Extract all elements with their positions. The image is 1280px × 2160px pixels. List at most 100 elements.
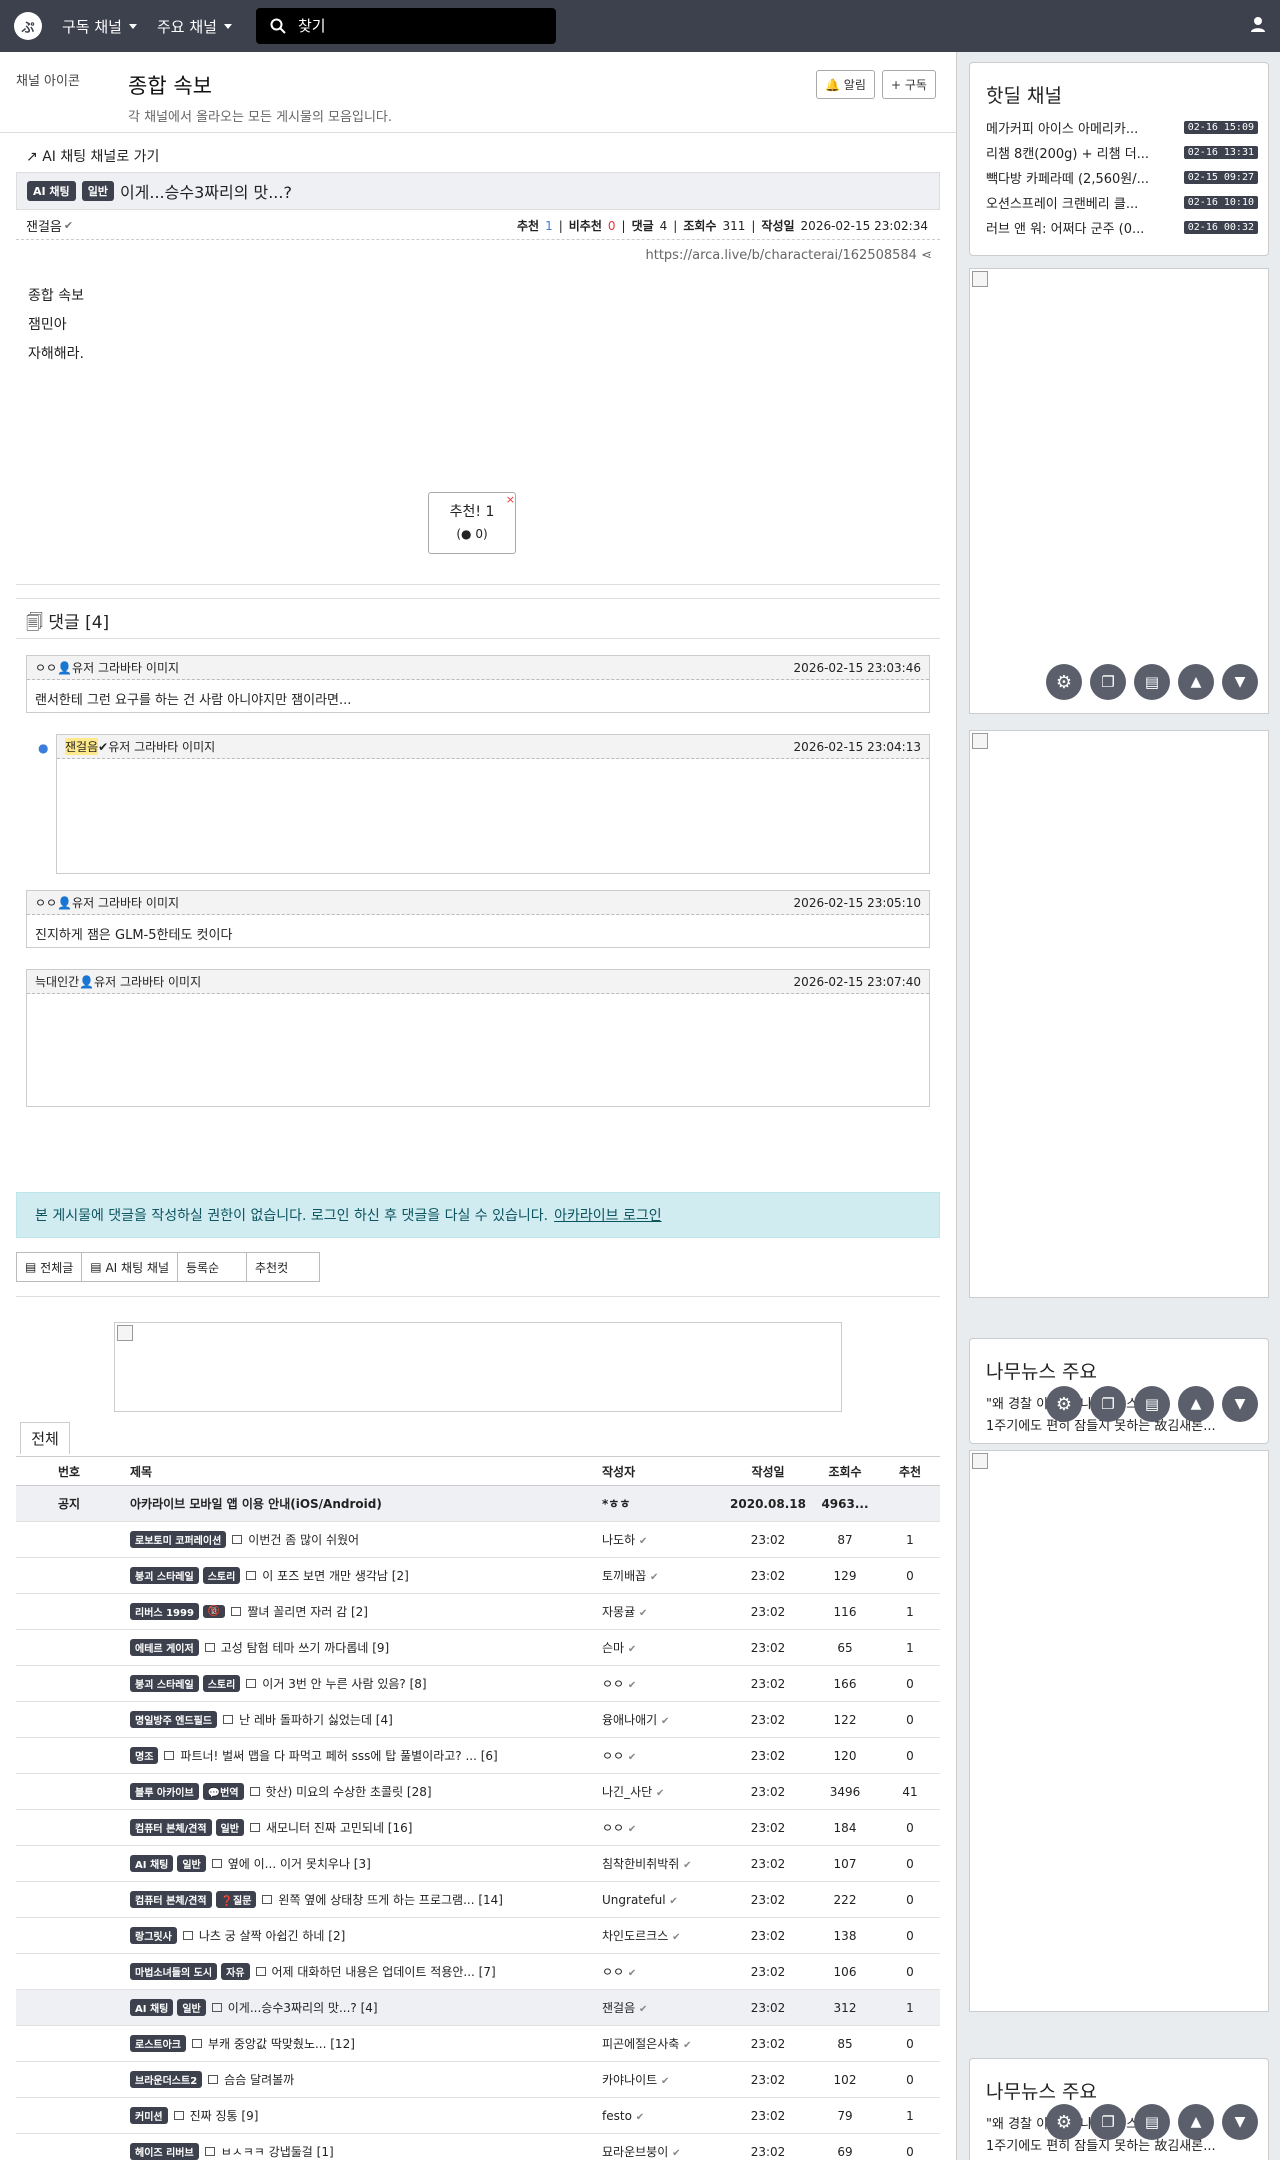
share-icon[interactable]: ⋖ <box>921 248 932 263</box>
ad-image[interactable] <box>969 268 1269 714</box>
table-row[interactable]: 로스트아크 부캐 중앙값 딱맞췄노... [12] 피곤에절은사축 ✔ 23:02… <box>16 2026 940 2062</box>
table-row[interactable]: 붕괴 스타레일 스토리 이거 3번 안 누른 사람 있음? [8] ㅇㅇ ✔ 23:… <box>16 1666 940 1702</box>
ad-banner[interactable] <box>114 1322 842 1412</box>
category-badge[interactable]: 브라운더스트2 <box>130 2071 203 2088</box>
table-row[interactable]: 명조 파트너! 벌써 맵을 다 파먹고 페허 sss에 탑 풀별이라고? ... … <box>16 1738 940 1774</box>
category-badge[interactable]: 스토리 <box>202 1675 241 1692</box>
category-badge[interactable]: 일반 <box>177 1999 206 2016</box>
category-badge[interactable]: 컴퓨터 본체/견적 <box>130 1819 212 1836</box>
post-author[interactable]: 잰걸음 <box>16 216 62 235</box>
list-button[interactable]: ▤ <box>1134 664 1170 700</box>
hotdeal-item[interactable]: 리챔 8캔(200g) + 리챔 더... 02-16 13:31 <box>986 143 1258 162</box>
comment-author[interactable]: ㅇㅇ <box>35 659 57 676</box>
post-title[interactable]: 왼쪽 옆에 상태창 뜨게 하는 프로그램... [14] <box>278 1891 503 1908</box>
notify-button[interactable]: 🔔 알림 <box>816 70 875 99</box>
category-badge[interactable]: 자유 <box>221 1963 250 1980</box>
ad-image[interactable] <box>969 730 1269 1298</box>
category-badge[interactable]: 리버스 1999 <box>130 1603 199 1620</box>
category-badge[interactable]: 에테르 게이저 <box>130 1639 199 1656</box>
table-row[interactable]: AI 채팅 일반 이게...승수3짜리의 맛...? [4] 잰걸음 ✔ 23:02… <box>16 1990 940 2026</box>
category-badge[interactable]: 로보토미 코퍼레이션 <box>130 1531 227 1548</box>
copy-button[interactable]: ❐ <box>1090 2104 1126 2140</box>
category-badge[interactable]: 로스트아크 <box>130 2035 186 2052</box>
scroll-bottom-button[interactable]: ▼ <box>1222 664 1258 700</box>
post-author[interactable]: 나긴_사단 ✔ <box>596 1783 726 1800</box>
post-title[interactable]: 진짜 징통 [9] <box>190 2107 259 2124</box>
list-button[interactable]: ▤ <box>1134 1386 1170 1422</box>
login-link[interactable]: 아카라이브 로그인 <box>554 1205 662 1225</box>
post-title[interactable]: 이번건 좀 많이 쉬웠어 <box>248 1531 359 1548</box>
post-title[interactable]: 고성 탐험 테마 쓰기 까다롭네 [9] <box>221 1639 390 1656</box>
post-author[interactable]: 피곤에절은사축 ✔ <box>596 2035 726 2052</box>
scroll-top-button[interactable]: ▲ <box>1178 2104 1214 2140</box>
list-button[interactable]: ▤ <box>1134 2104 1170 2140</box>
settings-button[interactable]: ⚙ <box>1046 1386 1082 1422</box>
tab-all-posts[interactable]: ▤ 전체글 <box>16 1252 83 1282</box>
arca-logo-icon[interactable]: ぷ <box>14 12 42 40</box>
close-icon[interactable]: × <box>506 489 515 511</box>
post-author[interactable]: 융애나애기 ✔ <box>596 1711 726 1728</box>
category-badge[interactable]: 스토리 <box>202 1567 241 1584</box>
copy-button[interactable]: ❐ <box>1090 664 1126 700</box>
tab-channel[interactable]: ▤ AI 채팅 채널 <box>81 1252 179 1282</box>
post-author[interactable]: 슨마 ✔ <box>596 1639 726 1656</box>
scroll-bottom-button[interactable]: ▼ <box>1222 1386 1258 1422</box>
category-badge[interactable]: 🔞 <box>202 1605 226 1618</box>
post-author[interactable]: ㅇㅇ ✔ <box>596 1819 726 1836</box>
table-row[interactable]: 커미션 진짜 징통 [9] festo ✔ 23:02 79 1 <box>16 2098 940 2134</box>
table-row[interactable]: 붕괴 스타레일 스토리 이 포즈 보면 개만 생각남 [2] 토끼배꼽 ✔ 23:0… <box>16 1558 940 1594</box>
hotdeal-item[interactable]: 오션스프레이 크랜베리 클... 02-16 10:10 <box>986 193 1258 212</box>
category-badge[interactable]: 마법소녀들의 도시 <box>130 1963 218 1980</box>
settings-button[interactable]: ⚙ <box>1046 2104 1082 2140</box>
post-author[interactable]: 묘라운브붕이 ✔ <box>596 2143 726 2160</box>
category-badge[interactable]: 컴퓨터 본체/견적 <box>130 1891 212 1908</box>
news-title[interactable]: 나무뉴스 주요 <box>986 2077 1268 2104</box>
tab-best[interactable]: 추천컷 <box>246 1252 321 1282</box>
post-title[interactable]: 이거 3번 안 누른 사람 있음? [8] <box>262 1675 426 1692</box>
category-badge[interactable]: AI 채팅 <box>27 181 76 201</box>
subscribed-channels-menu[interactable]: 구독 채널 <box>62 16 137 37</box>
board-title[interactable]: 종합 속보 <box>128 70 212 100</box>
table-row[interactable]: 컴퓨터 본체/견적 일반 새모니터 진짜 고민되네 [16] ㅇㅇ ✔ 23:02 … <box>16 1810 940 1846</box>
category-badge[interactable]: 💬번역 <box>202 1783 244 1800</box>
post-title[interactable]: 난 레바 돌파하기 싫었는데 [4] <box>239 1711 393 1728</box>
post-title[interactable]: 핫산) 미요의 수상한 초콜릿 [28] <box>266 1783 432 1800</box>
comment-author[interactable]: 잰걸음 <box>65 738 99 755</box>
table-row[interactable]: 헤이즈 리버브 ㅂㅅㅋㅋ 강냅둘걸 [1] 묘라운브붕이 ✔ 23:02 69 0 <box>16 2134 940 2160</box>
category-badge[interactable]: 명조 <box>130 1747 159 1764</box>
table-row[interactable]: 컴퓨터 본체/견적 ❓질문 왼쪽 옆에 상태창 뜨게 하는 프로그램... [14]… <box>16 1882 940 1918</box>
table-row[interactable]: 브라운더스트2 슴슴 달려볼까 카야나이트 ✔ 23:02 102 0 <box>16 2062 940 2098</box>
post-author[interactable]: ㅇㅇ ✔ <box>596 1963 726 1980</box>
settings-button[interactable]: ⚙ <box>1046 664 1082 700</box>
post-author[interactable]: 나도하 ✔ <box>596 1531 726 1548</box>
post-title[interactable]: 짤녀 꼴리면 자러 감 [2] <box>247 1603 368 1620</box>
post-author[interactable]: ㅇㅇ ✔ <box>596 1747 726 1764</box>
comment-author[interactable]: 늑대인간 <box>35 973 79 990</box>
post-author[interactable]: 잰걸음 ✔ <box>596 1999 726 2016</box>
post-title[interactable]: 나츠 궁 살짝 아쉽긴 하네 [2] <box>199 1927 345 1944</box>
scroll-top-button[interactable]: ▲ <box>1178 1386 1214 1422</box>
post-author[interactable]: 자몽귤 ✔ <box>596 1603 726 1620</box>
main-channels-menu[interactable]: 주요 채널 <box>157 16 232 37</box>
category-badge[interactable]: 랑그릿사 <box>130 1927 177 1944</box>
post-title[interactable]: 슴슴 달려볼까 <box>224 2071 294 2088</box>
hotdeal-item[interactable]: 러브 앤 워: 어쩌다 군주 (0... 02-16 00:32 <box>986 218 1258 237</box>
post-title[interactable]: 부캐 중앙값 딱맞췄노... [12] <box>208 2035 355 2052</box>
category-badge[interactable]: 일반 <box>215 1819 244 1836</box>
post-title[interactable]: 옆에 이... 이거 못치우나 [3] <box>228 1855 371 1872</box>
category-badge[interactable]: AI 채팅 <box>130 1999 174 2016</box>
table-row[interactable]: 에테르 게이저 고성 탐험 테마 쓰기 까다롭네 [9] 슨마 ✔ 23:02 6… <box>16 1630 940 1666</box>
ad-image[interactable] <box>969 1450 1269 2012</box>
category-badge[interactable]: 헤이즈 리버브 <box>130 2143 199 2160</box>
post-author[interactable]: 토끼배꼽 ✔ <box>596 1567 726 1584</box>
table-row[interactable]: AI 채팅 일반 옆에 이... 이거 못치우나 [3] 침착한비취박쥐 ✔ 23:… <box>16 1846 940 1882</box>
scroll-top-button[interactable]: ▲ <box>1178 664 1214 700</box>
category-badge[interactable]: 붕괴 스타레일 <box>130 1567 199 1584</box>
post-title[interactable]: 파트너! 벌써 맵을 다 파먹고 페허 sss에 탑 풀별이라고? ... [6… <box>180 1747 497 1764</box>
category-badge[interactable]: 커미션 <box>130 2107 168 2124</box>
category-badge[interactable]: 명일방주 엔드필드 <box>130 1711 218 1728</box>
post-title[interactable]: 어제 대화하던 내용은 업데이트 적용안... [7] <box>272 1963 496 1980</box>
table-row[interactable]: 리버스 1999 🔞 짤녀 꼴리면 자러 감 [2] 자몽귤 ✔ 23:02 116… <box>16 1594 940 1630</box>
post-title[interactable]: 새모니터 진짜 고민되네 [16] <box>266 1819 412 1836</box>
table-row[interactable]: 로보토미 코퍼레이션 이번건 좀 많이 쉬웠어 나도하 ✔ 23:02 87 1 <box>16 1522 940 1558</box>
